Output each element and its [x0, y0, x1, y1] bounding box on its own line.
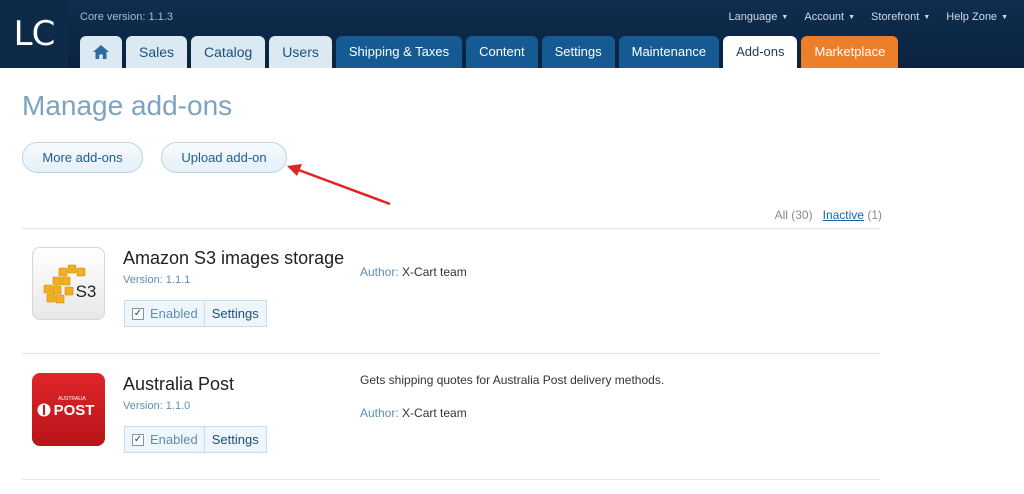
settings-button[interactable]: Settings — [205, 427, 266, 452]
enabled-checkbox[interactable]: ✓ — [132, 307, 144, 320]
annotation-arrow-icon — [287, 164, 391, 206]
addon-filters: All (30) Inactive (1) — [775, 208, 882, 222]
tab-sales[interactable]: Sales — [126, 36, 188, 68]
tab-catalog[interactable]: Catalog — [191, 36, 266, 68]
tab-content[interactable]: Content — [466, 36, 538, 68]
enabled-checkbox[interactable]: ✓ — [132, 433, 144, 446]
addon-controls: ✓ Enabled Settings — [124, 426, 267, 453]
tab-settings[interactable]: Settings — [541, 36, 615, 68]
australia-post-icon: AUSTRALIA POST — [32, 373, 105, 446]
filter-all[interactable]: All (30) — [775, 208, 813, 222]
addon-name[interactable]: Australia Post — [123, 374, 234, 395]
core-version-label: Core version: 1.1.3 — [80, 11, 173, 23]
account-menu[interactable]: Account ▼ — [804, 11, 855, 23]
amazon-s3-icon: S3 — [32, 247, 105, 320]
upload-add-on-button[interactable]: Upload add-on — [161, 142, 287, 173]
tab-users[interactable]: Users — [269, 36, 332, 68]
addon-version: Version: 1.1.1 — [123, 274, 191, 286]
main-tabs: Sales Catalog Users Shipping & Taxes Con… — [80, 36, 902, 68]
svg-text:S3: S3 — [76, 282, 97, 301]
chevron-down-icon: ▼ — [923, 14, 931, 21]
tab-home[interactable] — [80, 36, 122, 68]
storefront-menu[interactable]: Storefront ▼ — [871, 11, 930, 23]
home-icon — [93, 45, 109, 59]
admin-header: LC Core version: 1.1.3 Language ▼ Account… — [0, 0, 1024, 68]
post-logo-icon: AUSTRALIA POST — [37, 396, 95, 419]
settings-button[interactable]: Settings — [205, 301, 266, 326]
tab-shipping-taxes[interactable]: Shipping & Taxes — [335, 36, 463, 68]
help-zone-menu[interactable]: Help Zone ▼ — [946, 11, 1008, 23]
tab-maintenance[interactable]: Maintenance — [618, 36, 720, 68]
lc-logo[interactable]: LC — [0, 0, 68, 68]
top-menu: Language ▼ Account ▼ Storefront ▼ Help Zone… — [728, 11, 1024, 23]
more-add-ons-button[interactable]: More add-ons — [22, 142, 143, 173]
chevron-down-icon: ▼ — [848, 14, 856, 21]
chevron-down-icon: ▼ — [781, 14, 789, 21]
enabled-toggle[interactable]: ✓ Enabled — [125, 427, 205, 452]
enabled-toggle[interactable]: ✓ Enabled — [125, 301, 205, 326]
addon-author: Author: X-Cart team — [360, 265, 467, 279]
language-menu[interactable]: Language ▼ — [728, 11, 788, 23]
chevron-down-icon: ▼ — [1001, 14, 1008, 21]
page-title: Manage add-ons — [22, 90, 233, 121]
aws-cubes-icon: S3 — [43, 264, 97, 304]
svg-text:POST: POST — [54, 402, 95, 419]
addon-controls: ✓ Enabled Settings — [124, 300, 267, 327]
divider — [22, 353, 880, 354]
filter-inactive[interactable]: Inactive (1) — [823, 208, 882, 222]
divider — [22, 479, 880, 480]
tab-add-ons[interactable]: Add-ons — [723, 36, 798, 68]
addon-version: Version: 1.1.0 — [123, 400, 191, 412]
addon-name[interactable]: Amazon S3 images storage — [123, 248, 344, 269]
tab-marketplace[interactable]: Marketplace — [801, 36, 899, 68]
addon-author: Author: X-Cart team — [360, 406, 467, 420]
addon-description: Gets shipping quotes for Australia Post … — [360, 373, 665, 387]
divider — [22, 228, 880, 229]
